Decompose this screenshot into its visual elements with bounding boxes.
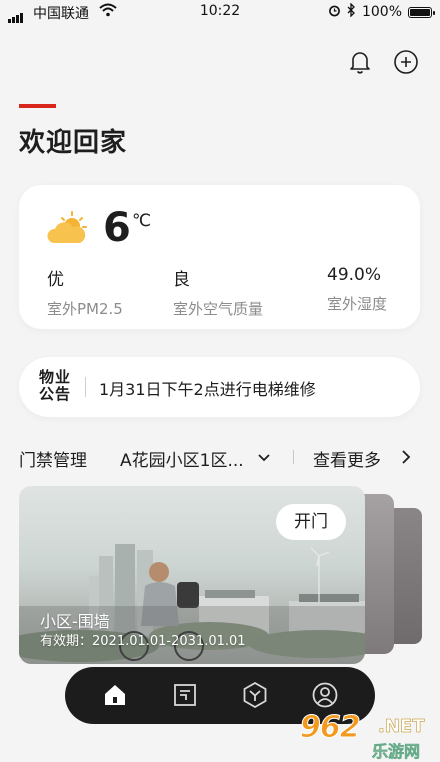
pm25-value: 优 [47, 270, 64, 290]
plus-circle-icon[interactable] [392, 48, 420, 76]
watermark-site: 乐游网 [372, 742, 421, 762]
weather-card: 6 ℃ 优 室外PM2.5 良 室外空气质量 49.0% 室外湿度 [19, 185, 420, 329]
humidity-stat: 49.0% 室外湿度 [327, 265, 387, 314]
pm25-stat: 优 室外PM2.5 [47, 265, 123, 319]
page-title: 欢迎回家 [19, 128, 128, 158]
watermark-number: 962 [300, 710, 362, 746]
open-door-button[interactable]: 开门 [276, 504, 346, 540]
air-quality-stat: 良 室外空气质量 [173, 265, 263, 319]
title-accent-bar [19, 104, 56, 108]
view-more-link[interactable]: 查看更多 [313, 446, 381, 471]
door-card[interactable]: 开门 小区-围墙 有效期：2021.01.01-2031.01.01 [19, 486, 365, 664]
air-quality-value: 良 [173, 270, 190, 290]
watermark-suffix: .NET [378, 716, 425, 738]
battery-label: 100% [361, 4, 402, 20]
door-name: 小区-围墙 [40, 612, 110, 631]
temperature-value: 6 [103, 205, 131, 251]
notice-text: 1月31日下午2点进行电梯维修 [99, 380, 316, 399]
community-selector[interactable]: A花园小区1区... [120, 446, 244, 471]
door-validity: 有效期：2021.01.01-2031.01.01 [40, 634, 246, 649]
hexagon-y-icon[interactable] [241, 681, 269, 709]
humidity-value: 49.0% [327, 265, 382, 285]
notice-divider [85, 377, 86, 397]
bluetooth-icon [347, 2, 356, 21]
home-icon[interactable] [101, 681, 129, 709]
access-control-header: 门禁管理 A花园小区1区... 查看更多 [19, 446, 420, 471]
access-control-title: 门禁管理 [19, 451, 87, 471]
battery-icon [408, 6, 435, 18]
header-divider [293, 450, 294, 464]
chevron-right-icon[interactable] [399, 449, 413, 465]
temperature-unit: ℃ [132, 211, 152, 231]
property-notice-logo: 物业 公告 [39, 369, 73, 405]
pm25-label: 室外PM2.5 [47, 300, 123, 318]
sun-cloud-icon [46, 210, 88, 246]
property-notice-card[interactable]: 物业 公告 1月31日下午2点进行电梯维修 [19, 357, 420, 417]
air-quality-label: 室外空气质量 [173, 300, 264, 318]
site-watermark-logo: 962 .NET 乐游网 [300, 710, 434, 762]
humidity-label: 室外湿度 [327, 295, 388, 313]
chevron-down-icon[interactable] [257, 450, 271, 464]
alarm-icon [328, 4, 341, 21]
document-icon[interactable] [171, 681, 199, 709]
bell-icon[interactable] [346, 48, 374, 76]
status-bar: 中国联通 10:22 100% [0, 0, 440, 24]
notice-logo-line2: 公告 [39, 385, 72, 403]
notice-logo-line1: 物业 [39, 368, 72, 386]
user-icon[interactable] [311, 681, 339, 709]
